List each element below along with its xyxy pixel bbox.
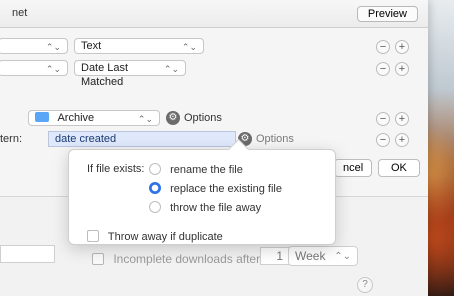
background-text-field[interactable] xyxy=(0,245,55,263)
action-row-pattern: tern: date created ⚙ Options − + xyxy=(0,131,428,149)
minus-button[interactable]: − xyxy=(376,133,390,147)
plus-icon: + xyxy=(398,41,406,53)
file-exists-popover: If file exists: rename the file replace … xyxy=(68,149,336,245)
plus-button[interactable]: + xyxy=(395,62,409,76)
pattern-field[interactable]: date created xyxy=(48,131,236,147)
radio-replace-row[interactable]: replace the existing file xyxy=(149,180,282,195)
ok-button[interactable]: OK xyxy=(378,159,420,177)
radio-rename-label: rename the file xyxy=(170,164,243,176)
radio-replace[interactable] xyxy=(149,182,161,194)
incomplete-downloads-checkbox[interactable] xyxy=(92,253,104,265)
condition-row-2: ⌃⌄ Date Last Matched ⌃⌄ − + xyxy=(0,60,428,88)
pattern-token: date created xyxy=(55,133,117,145)
if-file-exists-label: If file exists: xyxy=(87,163,145,175)
pattern-label: tern: xyxy=(0,133,23,145)
plus-icon: + xyxy=(398,134,406,146)
plus-button[interactable]: + xyxy=(395,133,409,147)
help-button[interactable]: ? xyxy=(357,277,373,293)
chevron-updown-icon: ⌃⌄ xyxy=(181,42,197,52)
incomplete-downloads-unit-popup[interactable]: Week ⌃⌄ xyxy=(288,246,358,266)
window-topbar: net Preview xyxy=(0,0,428,28)
minus-icon: − xyxy=(379,134,387,146)
gear-icon[interactable]: ⚙ xyxy=(166,111,180,125)
plus-button[interactable]: + xyxy=(395,40,409,54)
condition-row-2-right-popup[interactable]: Date Last Matched ⌃⌄ xyxy=(74,60,186,88)
archive-folder-popup[interactable]: Archive ⌃⌄ xyxy=(28,110,160,126)
incomplete-downloads-checkbox-row[interactable]: Incomplete downloads after xyxy=(92,251,260,266)
minus-button[interactable]: − xyxy=(376,112,390,126)
preview-button[interactable]: Preview xyxy=(356,6,418,22)
condition-row-1-left-popup[interactable]: ⌃⌄ xyxy=(0,38,68,54)
throw-away-duplicate-label: Throw away if duplicate xyxy=(107,231,223,243)
pattern-options-label[interactable]: Options xyxy=(256,133,294,145)
minus-button[interactable]: − xyxy=(376,40,390,54)
plus-button[interactable]: + xyxy=(395,112,409,126)
archive-options-label[interactable]: Options xyxy=(184,112,222,124)
radio-throw-away-row[interactable]: throw the file away xyxy=(149,199,261,214)
window-title: net xyxy=(12,7,28,19)
cancel-button[interactable]: ncel xyxy=(334,159,373,177)
minus-button[interactable]: − xyxy=(376,62,390,76)
throw-away-duplicate-checkbox[interactable] xyxy=(87,230,99,242)
minus-icon: − xyxy=(379,113,387,125)
minus-icon: − xyxy=(379,63,387,75)
chevron-updown-icon: ⌃⌄ xyxy=(45,64,61,74)
radio-rename-row[interactable]: rename the file xyxy=(149,161,243,176)
incomplete-downloads-label: Incomplete downloads after xyxy=(113,252,261,266)
radio-throw-away[interactable] xyxy=(149,201,161,213)
chevron-updown-icon: ⌃⌄ xyxy=(45,42,61,52)
minus-icon: − xyxy=(379,41,387,53)
archive-folder-value: Archive xyxy=(57,112,95,124)
chevron-updown-icon: ⌃⌄ xyxy=(334,251,351,262)
condition-row-1: ⌃⌄ Text ⌃⌄ − + xyxy=(0,38,428,56)
condition-row-2-right-value: Date Last Matched xyxy=(81,62,129,88)
folder-icon xyxy=(35,112,49,122)
chevron-updown-icon: ⌃⌄ xyxy=(163,64,179,74)
chevron-updown-icon: ⌃⌄ xyxy=(137,114,153,124)
throw-away-duplicate-row[interactable]: Throw away if duplicate xyxy=(87,228,223,243)
condition-row-1-right-value: Text xyxy=(81,40,102,52)
rule-editor-window: net Preview ⌃⌄ Text ⌃⌄ − + ⌃⌄ Date Last … xyxy=(0,0,428,296)
screen: net Preview ⌃⌄ Text ⌃⌄ − + ⌃⌄ Date Last … xyxy=(0,0,454,296)
incomplete-downloads-number[interactable]: 1 xyxy=(260,247,290,265)
condition-row-2-left-popup[interactable]: ⌃⌄ xyxy=(0,60,68,76)
radio-throw-away-label: throw the file away xyxy=(170,202,262,214)
action-row-archive: Archive ⌃⌄ ⚙ Options − + xyxy=(0,110,428,128)
plus-icon: + xyxy=(398,63,406,75)
plus-icon: + xyxy=(398,113,406,125)
radio-rename[interactable] xyxy=(149,163,161,175)
radio-replace-label: replace the existing file xyxy=(170,183,282,195)
incomplete-downloads-unit: Week xyxy=(295,249,326,263)
condition-row-1-right-popup[interactable]: Text ⌃⌄ xyxy=(74,38,204,54)
